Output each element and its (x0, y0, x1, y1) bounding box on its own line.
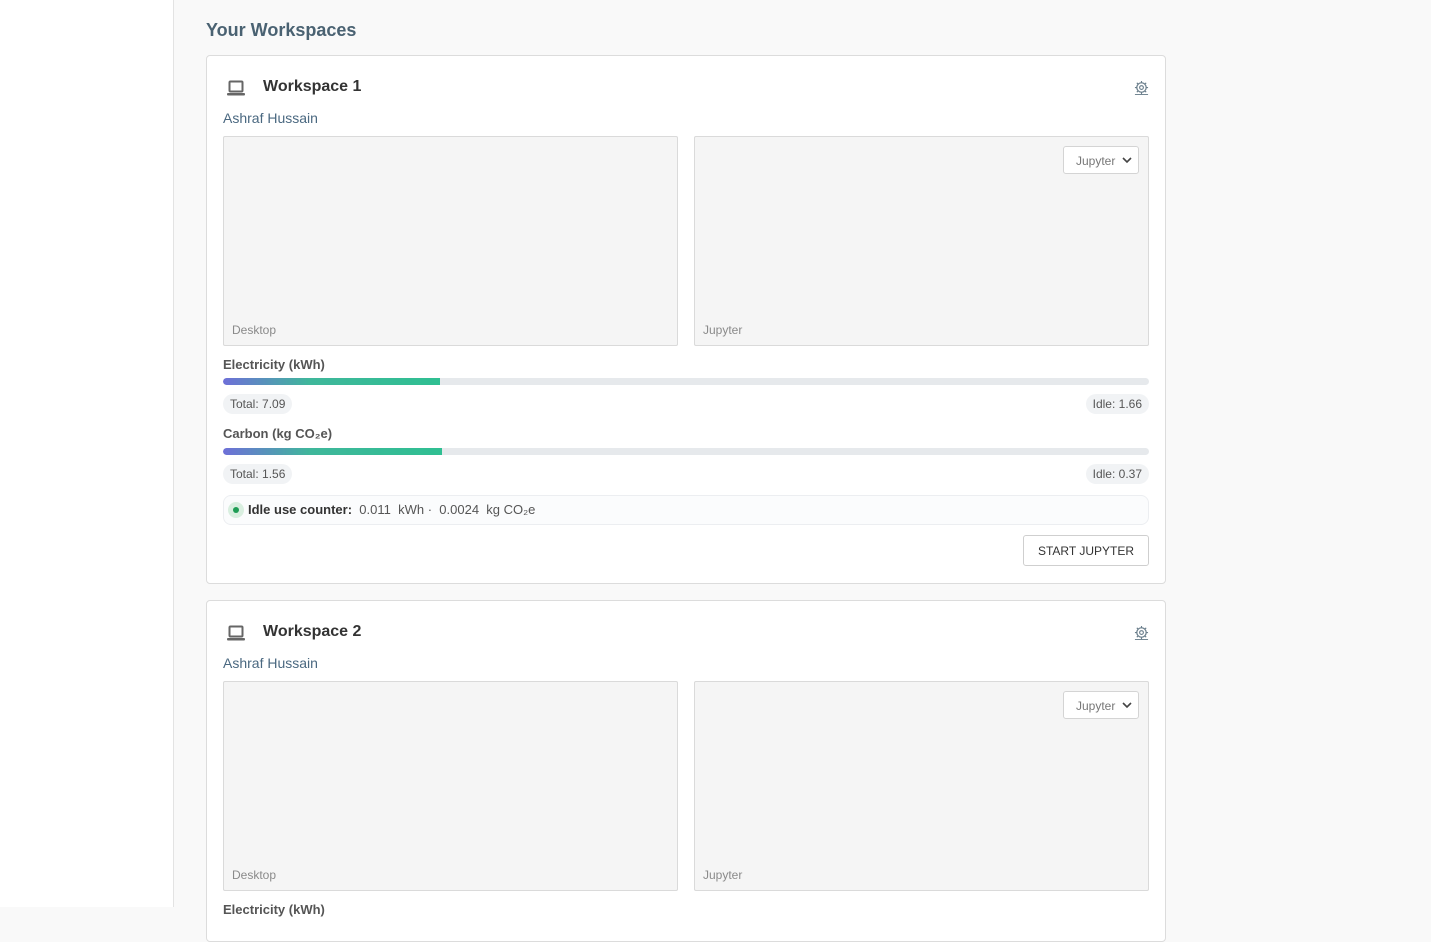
idle-counter-label: Idle use counter: (248, 502, 353, 517)
electricity-idle: Idle: 1.66 (1085, 394, 1149, 414)
workspace-title: Workspace 1 (263, 78, 362, 95)
workspace-owner: Ashraf Hussain (223, 655, 318, 671)
page-title: Your Workspaces (206, 20, 357, 40)
app-select[interactable]: Jupyter (1063, 146, 1139, 174)
jupyter-preview[interactable]: Jupyter Jupyter (694, 681, 1149, 891)
chevron-down-icon (1122, 702, 1132, 709)
idle-co2-value: 0.0024 (439, 502, 480, 517)
workspace-card: Workspace 1 Ashraf Hussain Desktop Jupyt… (206, 55, 1166, 584)
status-dot-icon (228, 502, 244, 518)
gear-icon[interactable] (1134, 80, 1149, 95)
workspace-title: Workspace 2 (263, 623, 362, 640)
carbon-bar (223, 448, 1149, 455)
idle-counter-text: Idle use counter: 0.011 kWh · 0.0024 kg … (248, 502, 535, 517)
desktop-preview[interactable]: Desktop (223, 136, 678, 346)
electricity-bar-fill (223, 378, 440, 385)
jupyter-preview[interactable]: Jupyter Jupyter (694, 136, 1149, 346)
chevron-down-icon (1122, 157, 1132, 164)
carbon-idle: Idle: 0.37 (1085, 464, 1149, 484)
laptop-icon (227, 625, 245, 641)
workspace-header: Workspace 2 (223, 623, 1149, 645)
idle-co2-unit: kg CO₂e (486, 502, 536, 517)
desktop-label: Desktop (232, 323, 277, 337)
jupyter-label: Jupyter (703, 868, 743, 882)
workspace-card: Workspace 2 Ashraf Hussain Desktop Jupyt… (206, 600, 1166, 942)
idle-counter: Idle use counter: 0.011 kWh · 0.0024 kg … (223, 495, 1149, 525)
electricity-label: Electricity (kWh) (223, 902, 325, 917)
electricity-total: Total: 7.09 (223, 394, 293, 414)
jupyter-label: Jupyter (703, 323, 743, 337)
app-select-value: Jupyter (1076, 154, 1116, 168)
app-select[interactable]: Jupyter (1063, 691, 1139, 719)
idle-kwh-unit: kWh (398, 502, 425, 517)
gear-icon[interactable] (1134, 625, 1149, 640)
electricity-label: Electricity (kWh) (223, 357, 325, 372)
idle-separator: · (427, 502, 433, 517)
workspace-owner: Ashraf Hussain (223, 110, 318, 126)
app-select-value: Jupyter (1076, 699, 1116, 713)
start-jupyter-button[interactable]: START JUPYTER (1023, 535, 1149, 566)
desktop-preview[interactable]: Desktop (223, 681, 678, 891)
sidebar (0, 0, 174, 907)
carbon-label: Carbon (kg CO₂e) (223, 426, 333, 441)
idle-kwh-value: 0.011 (359, 502, 391, 517)
carbon-bar-fill (223, 448, 443, 455)
workspace-header: Workspace 1 (223, 78, 1149, 100)
carbon-total: Total: 1.56 (223, 464, 293, 484)
electricity-bar (223, 378, 1149, 385)
laptop-icon (227, 80, 245, 96)
desktop-label: Desktop (232, 868, 277, 882)
